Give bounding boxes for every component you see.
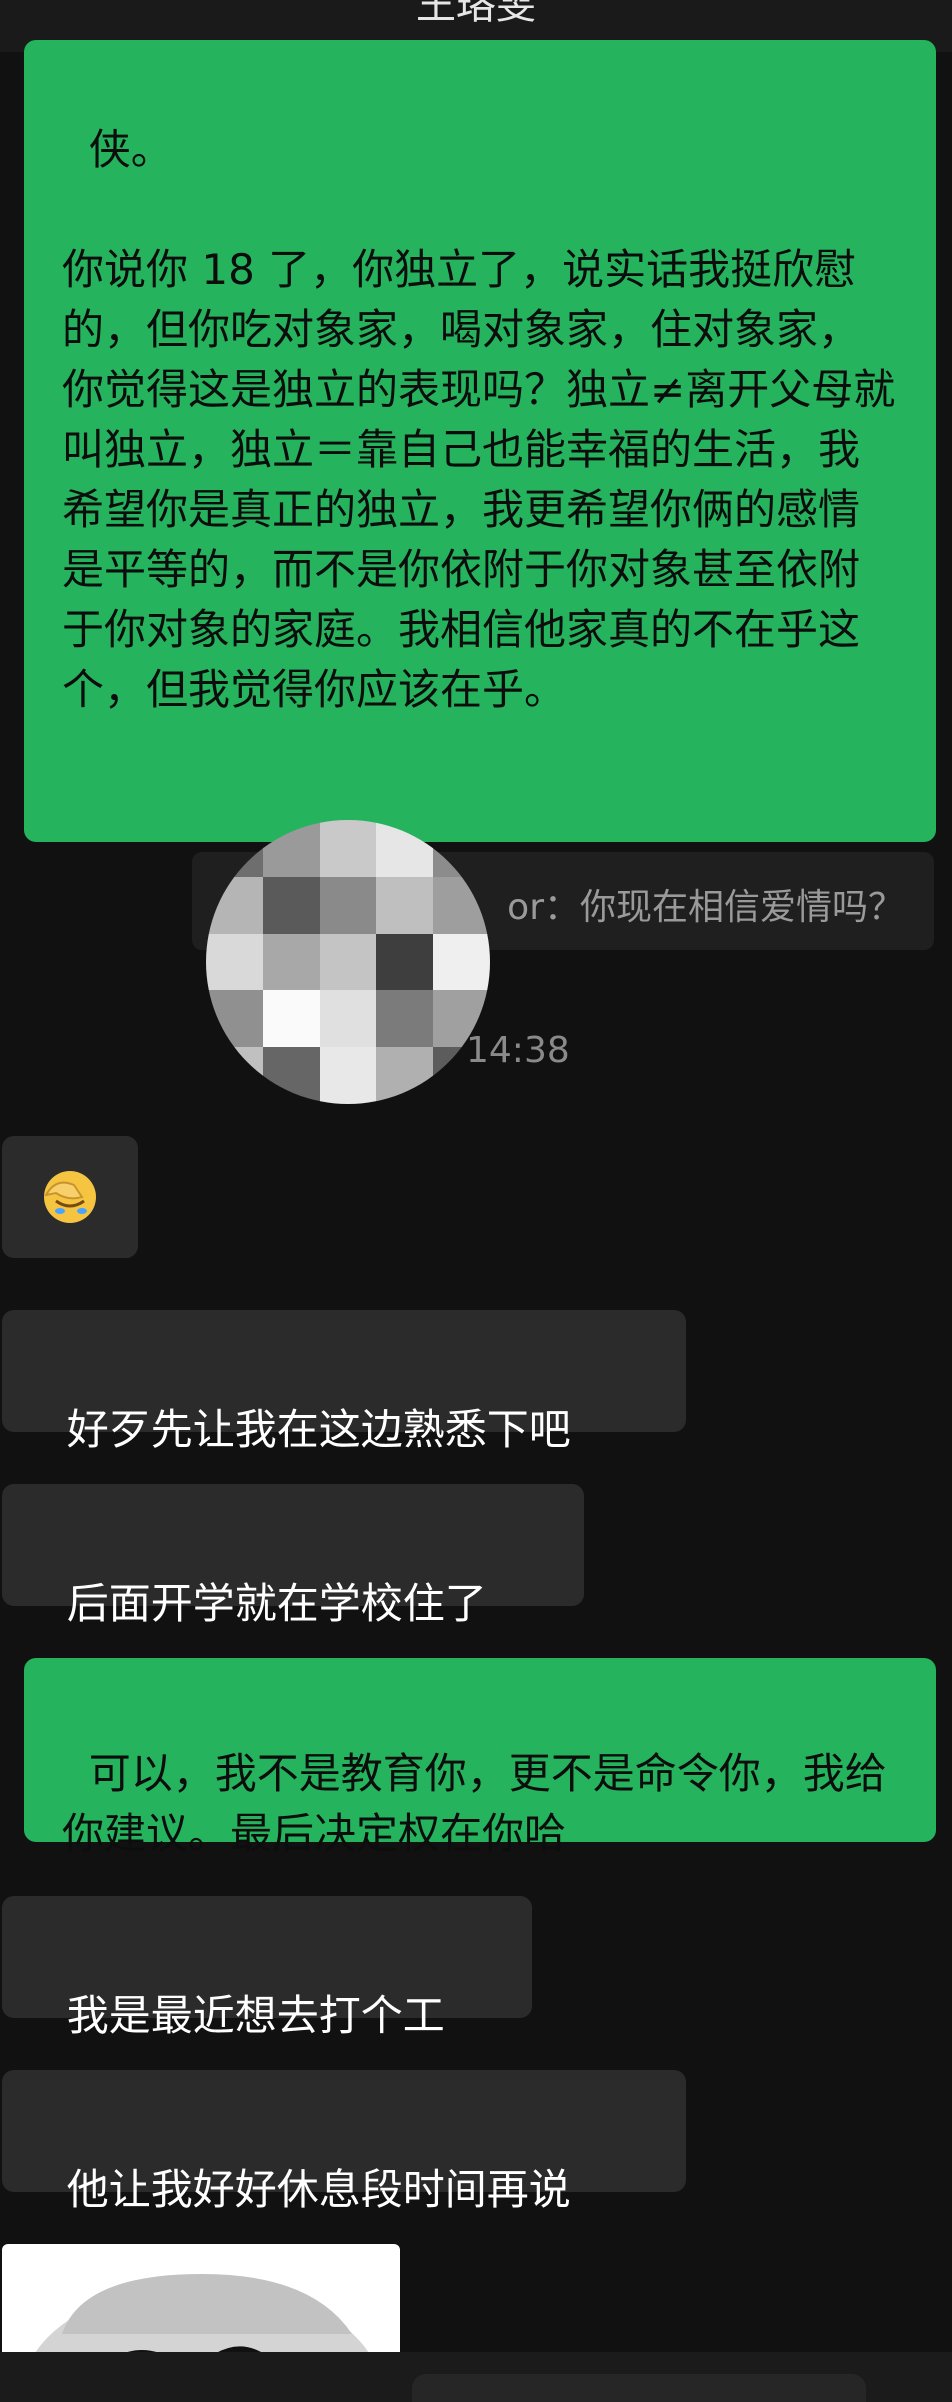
- incoming-message[interactable]: [2, 1136, 138, 1258]
- message-text: 可以，我不是教育你，更不是命令你，我给你建议。最后决定权在你哈: [62, 1749, 887, 1858]
- message-text: 侠。 你说你 18 了，你独立了，说实话我挺欣慰的，但你吃对象家，喝对象家，住对…: [62, 125, 896, 714]
- message-text: 他让我好好休息段时间再说: [66, 2165, 571, 2214]
- chat-title: 王珞雯: [416, 0, 536, 28]
- pixelated-avatar: [206, 820, 490, 1104]
- incoming-message[interactable]: 后面开学就在学校住了: [2, 1484, 584, 1628]
- timestamp: 14:38: [466, 1030, 570, 1071]
- message-text: 好歹先让我在这边熟悉下吧: [66, 1405, 571, 1454]
- incoming-message[interactable]: 好歹先让我在这边熟悉下吧: [2, 1310, 686, 1454]
- message-input[interactable]: [412, 2374, 866, 2402]
- message-text: 后面开学就在学校住了: [66, 1579, 487, 1628]
- facepalm-emoji-icon: [44, 1171, 96, 1223]
- outgoing-message[interactable]: 可以，我不是教育你，更不是命令你，我给你建议。最后决定权在你哈: [24, 1658, 936, 1858]
- outgoing-message[interactable]: 侠。 你说你 18 了，你独立了，说实话我挺欣慰的，但你吃对象家，喝对象家，住对…: [24, 40, 936, 842]
- message-text: 我是最近想去打个工: [66, 1991, 445, 2040]
- input-bar: [0, 2352, 952, 2402]
- quoted-text: or：你现在相信爱情吗？: [507, 887, 904, 928]
- incoming-message[interactable]: 他让我好好休息段时间再说: [2, 2070, 686, 2214]
- incoming-message[interactable]: 我是最近想去打个工: [2, 1896, 532, 2040]
